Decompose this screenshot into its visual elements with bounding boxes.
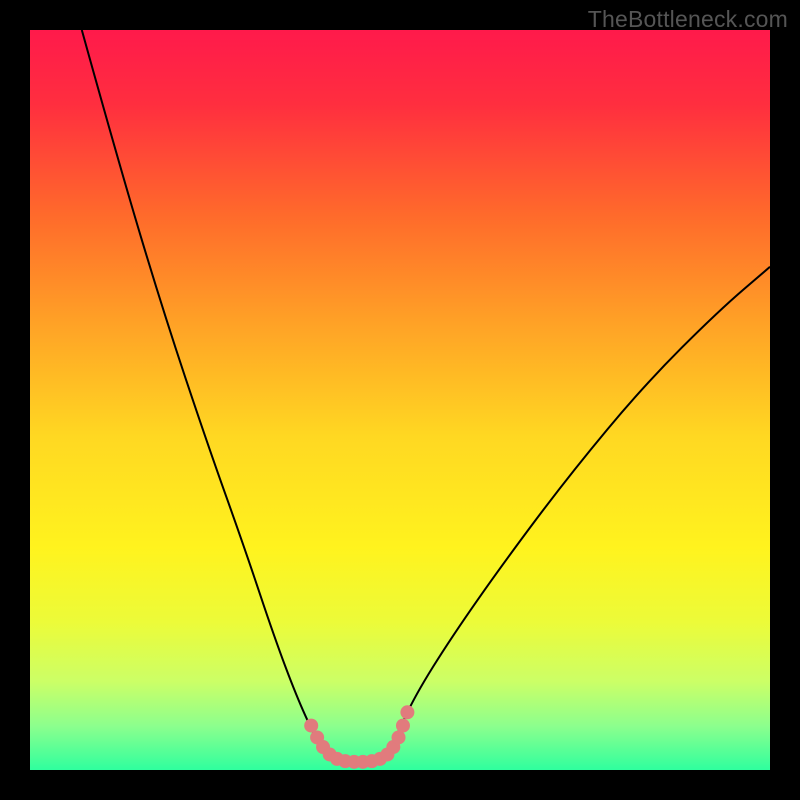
- chart-background: [30, 30, 770, 770]
- bottleneck-chart: [30, 30, 770, 770]
- optimal-marker: [400, 705, 414, 719]
- optimal-marker: [396, 719, 410, 733]
- chart-svg: [30, 30, 770, 770]
- app-frame: TheBottleneck.com: [0, 0, 800, 800]
- optimal-marker: [304, 719, 318, 733]
- watermark-text: TheBottleneck.com: [588, 6, 788, 33]
